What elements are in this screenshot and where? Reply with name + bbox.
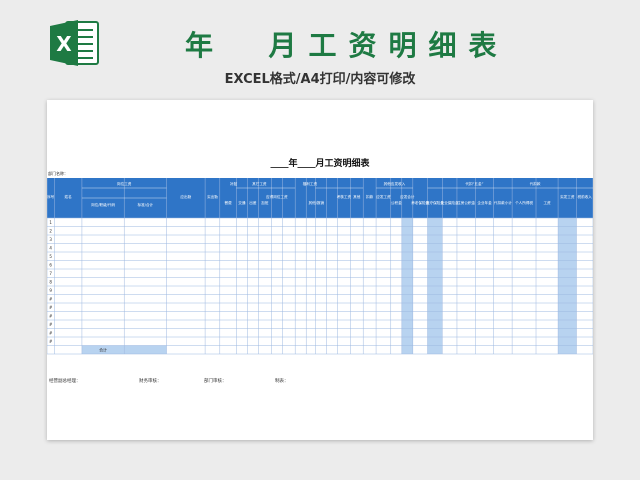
header-cell-label: 序号 — [47, 194, 55, 199]
header-cell-label: 代扣“五金” — [465, 181, 483, 186]
header-cell-label: 实出勤 — [207, 194, 218, 199]
header-cell-label: 扣款 — [366, 194, 374, 199]
header-cell-label: 其他/报销 — [309, 200, 325, 205]
spreadsheet-preview: ____年____月工资明细表 部门名称： 序号 姓名 岗位工资岗位/职级/代码 标准… — [47, 100, 593, 440]
row-number: # — [49, 322, 53, 327]
row-number: # — [49, 314, 53, 319]
row-number: 3 — [49, 237, 52, 242]
header-cell-label: 福利工资 — [303, 181, 318, 186]
header-cell-label: 应发合计 — [400, 194, 415, 199]
header-cell-label: 岗位工资 — [117, 181, 132, 186]
header-cell-label: 实发工资 — [560, 194, 575, 199]
salary-table: 序号 姓名 岗位工资岗位/职级/代码 标准/合计 应出勤 实出勤 补贴餐费 交通 其它工资出差加… — [47, 178, 593, 355]
header-cell-label: 代扣款 — [530, 181, 541, 186]
row-number: # — [49, 331, 53, 336]
row-number: 8 — [49, 280, 52, 285]
header-cell-label: 应出勤 — [180, 194, 191, 199]
header-cell-label: 税前收入 — [578, 194, 593, 199]
excel-logo-icon: X — [48, 18, 102, 68]
sheet-title: ____年____月工资明细表 — [270, 159, 370, 169]
header-cell-label: 岗位/职级/代码 — [91, 202, 115, 207]
header-cell-label: 代扣款小计 — [494, 200, 512, 205]
footer-manager: 经营副总经理： — [49, 379, 81, 384]
page-title: 年 月工资明细表 — [185, 29, 509, 62]
header-cell-label: 出差 — [249, 200, 257, 205]
header-cell-label: 其他应发收入 — [384, 181, 406, 186]
footer-preparer: 制表： — [275, 379, 289, 384]
header-cell-label: 应得岗位工资 — [266, 194, 288, 199]
row-number: # — [49, 305, 53, 310]
footer-dept-review: 部门审核： — [204, 379, 227, 384]
row-number: 6 — [49, 263, 52, 268]
total-label: 合计 — [99, 347, 107, 353]
header-cell-label: 个人所得税 — [515, 200, 533, 205]
header-cell-label: 标准/合计 — [138, 202, 154, 207]
header-cell-label: 考核工资 — [337, 194, 352, 199]
row-number: 2 — [49, 229, 52, 234]
header-cell-label: 加班 — [261, 200, 269, 205]
header-cell-label: 住房公积金 — [457, 200, 475, 205]
row-number: 4 — [49, 246, 52, 251]
page-subtitle: EXCEL格式/A4打印/内容可修改 — [224, 72, 416, 87]
header-cell-label: 餐费 — [224, 200, 232, 205]
header-cell-label: 企业年金 — [477, 200, 492, 205]
row-number: 5 — [49, 254, 52, 259]
header-cell-label: 其它工资 — [252, 181, 267, 186]
row-number: # — [49, 297, 53, 302]
row-number: 7 — [49, 271, 52, 276]
header-cell-label: 补贴 — [230, 181, 238, 186]
row-number: # — [49, 339, 53, 344]
dept-label: 部门名称： — [48, 171, 68, 176]
header-cell-label: 工资 — [543, 200, 551, 205]
row-number: 1 — [49, 220, 52, 225]
logo-letter: X — [56, 32, 72, 56]
header-cell-label: 交通 — [238, 200, 246, 205]
footer-finance: 财务审核： — [139, 379, 162, 384]
header-cell-label: 应发工资 — [376, 194, 391, 199]
header-cell-label: 公积金 — [391, 200, 402, 205]
header-cell-label: 其他 — [353, 194, 361, 199]
row-number: 9 — [49, 288, 52, 293]
header-cell-label: 姓名 — [65, 194, 73, 199]
